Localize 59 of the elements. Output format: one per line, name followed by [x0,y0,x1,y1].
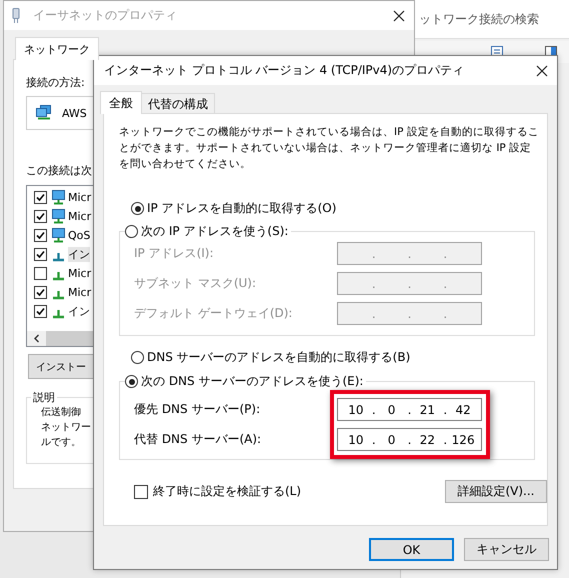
close-icon[interactable] [536,65,548,77]
radio-label[interactable]: IP アドレスを自動的に取得する(O) [147,200,336,217]
checkbox[interactable] [34,229,47,242]
checkbox-label[interactable]: 終了時に設定を検証する(L) [153,483,302,500]
field-label: デフォルト ゲートウェイ(D): [134,305,294,322]
radio-label[interactable]: DNS サーバーのアドレスを自動的に取得する(B) [147,349,410,366]
radio-button[interactable] [125,225,138,238]
list-item-label[interactable]: Micr [68,286,92,299]
group-label: 説明 [32,390,56,405]
checkbox[interactable] [34,210,47,223]
monitor-icon [51,228,66,243]
scroll-left-icon [33,334,40,343]
field-label: 接続の方法: [26,76,85,89]
radio-button[interactable] [125,375,138,388]
description-text: ルです。 [41,436,82,450]
adapter-icon [11,8,21,24]
monitor-icon [51,209,66,224]
checkbox[interactable] [34,305,47,318]
list-item-label[interactable]: Micr [68,191,92,204]
checkbox[interactable] [34,286,47,299]
list-item-label[interactable]: イン [68,304,90,319]
tab[interactable]: 代替の構成 [141,93,215,113]
checkbox[interactable] [34,191,47,204]
ip-address-field[interactable]: 10 . 0 . 21 . 42 [337,398,482,421]
list-item-label[interactable]: イン [68,247,90,262]
dialog-button[interactable]: キャンセル [464,538,549,561]
checkbox[interactable] [34,248,47,261]
window-title: イーサネットのプロパティ [33,7,177,24]
list-item-label[interactable]: Micr [68,210,92,223]
ip-address-field[interactable]: 10 . 0 . 22 . 126 [337,428,482,451]
field-label: 代替 DNS サーバー(A): [134,431,262,448]
field-label: IP アドレス(I): [134,245,215,262]
network-adapter-icon [36,105,52,121]
window-title: インターネット プロトコル バージョン 4 (TCP/IPv4)のプロパティ [104,62,464,79]
field-label: この接続は次 [26,164,92,177]
adapter-name: AWS [62,106,87,120]
install-button[interactable]: インストー [28,354,94,379]
description-text: ネットワークでこの機能がサポートされている場合は、IP 設定を自動的に取得することができます。サポートされていない場合は、ネットワーク管理者に適切な IP 設定を問い合わせてください。 [119,125,539,172]
monitor-icon [51,190,66,205]
tab[interactable]: ネットワーク [15,37,99,60]
field-label: サブネット マスク(U): [134,275,258,292]
close-icon[interactable] [393,10,405,22]
advanced-button[interactable]: 詳細設定(V)... [445,480,547,503]
scrollbar[interactable] [27,331,93,346]
list-item-label[interactable]: Micr [68,267,92,280]
description-text: 伝送制御 [41,406,82,420]
list-row[interactable]: イン [27,245,93,264]
radio-label[interactable]: 次の IP アドレスを使う(S): [141,223,288,240]
tab[interactable]: 全般 [100,91,142,114]
dialog-button[interactable]: OK [369,538,454,561]
field-label: 優先 DNS サーバー(P): [134,401,262,418]
description-text: ネットワー [41,421,92,435]
radio-button[interactable] [131,351,144,364]
radio-button[interactable] [131,202,144,215]
radio-label[interactable]: 次の DNS サーバーのアドレスを使う(E): [141,373,364,390]
list-item-label[interactable]: QoS [68,229,90,242]
checkbox[interactable] [134,484,148,498]
checkbox[interactable] [34,267,47,280]
scrollbar-thumb[interactable] [46,331,93,346]
